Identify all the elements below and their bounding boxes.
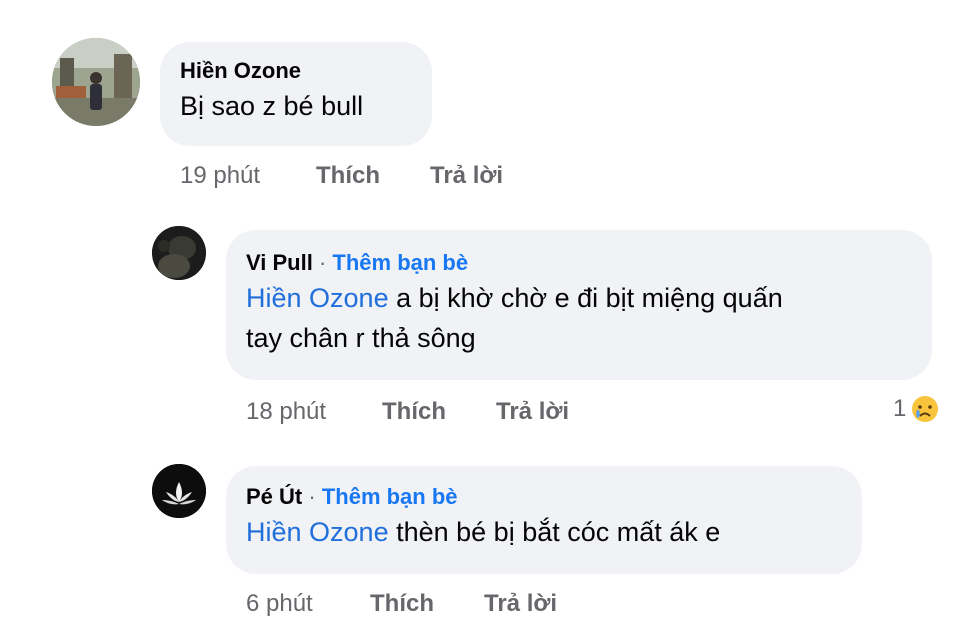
avatar-hien-ozone[interactable] bbox=[52, 38, 140, 126]
comment-bubble: Vi Pull · Thêm bạn bè Hiền Ozone a bị kh… bbox=[226, 230, 932, 380]
comment-text-body: Bị sao z bé bull bbox=[180, 91, 364, 121]
comment-text: Hiền Ozone thèn bé bị bắt cóc mất ák e bbox=[246, 512, 862, 552]
add-friend-link[interactable]: Thêm bạn bè bbox=[322, 484, 458, 509]
crying-face-icon bbox=[910, 394, 940, 424]
reply-button[interactable]: Trả lời bbox=[430, 162, 503, 190]
avatar-vi-pull[interactable] bbox=[152, 226, 206, 280]
comment-actions: 18 phút Thích Trả lời bbox=[246, 398, 569, 426]
separator-dot: · bbox=[318, 250, 327, 275]
mention-link[interactable]: Hiền Ozone bbox=[246, 283, 389, 313]
add-friend-link[interactable]: Thêm bạn bè bbox=[332, 250, 468, 275]
separator-dot: · bbox=[308, 484, 316, 509]
reaction-count: 1 bbox=[893, 395, 907, 422]
comment-author[interactable]: Hiền Ozone bbox=[180, 58, 432, 84]
reply-button[interactable]: Trả lời bbox=[496, 398, 569, 426]
comment-time[interactable]: 19 phút bbox=[180, 162, 316, 190]
mention-link[interactable]: Hiền Ozone bbox=[246, 517, 389, 547]
comment-text-body: tay chân r thả sông bbox=[246, 323, 476, 353]
avatar-photo bbox=[52, 38, 140, 126]
like-button[interactable]: Thích bbox=[370, 590, 484, 618]
comment-bubble: Pé Út · Thêm bạn bè Hiền Ozone thèn bé b… bbox=[226, 466, 862, 574]
comment-time[interactable]: 18 phút bbox=[246, 398, 382, 426]
avatar-photo bbox=[152, 464, 206, 518]
comment-header: Pé Út · Thêm bạn bè bbox=[246, 484, 862, 510]
comment-text: Hiền Ozone a bị khờ chờ e đi bịt miệng q… bbox=[246, 278, 932, 358]
comment-text: Bị sao z bé bull bbox=[180, 86, 432, 126]
comment-author[interactable]: Vi Pull bbox=[246, 250, 313, 275]
comment-text-body: a bị khờ chờ e đi bịt miệng quấn bbox=[388, 283, 783, 313]
comment-author[interactable]: Pé Út bbox=[246, 484, 302, 509]
comment-time[interactable]: 6 phút bbox=[246, 590, 370, 618]
comment-bubble: Hiền Ozone Bị sao z bé bull bbox=[160, 42, 432, 146]
like-button[interactable]: Thích bbox=[382, 398, 496, 426]
reaction-summary[interactable]: 1 bbox=[893, 394, 940, 424]
comment-actions: 6 phút Thích Trả lời bbox=[246, 590, 557, 618]
avatar-pe-ut[interactable] bbox=[152, 464, 206, 518]
reply-button[interactable]: Trả lời bbox=[484, 590, 557, 618]
comment-actions: 19 phút Thích Trả lời bbox=[180, 162, 503, 190]
avatar-photo bbox=[152, 226, 206, 280]
like-button[interactable]: Thích bbox=[316, 162, 430, 190]
comment-header: Vi Pull · Thêm bạn bè bbox=[246, 250, 932, 276]
comment-text-body: thèn bé bị bắt cóc mất ák e bbox=[388, 517, 721, 547]
